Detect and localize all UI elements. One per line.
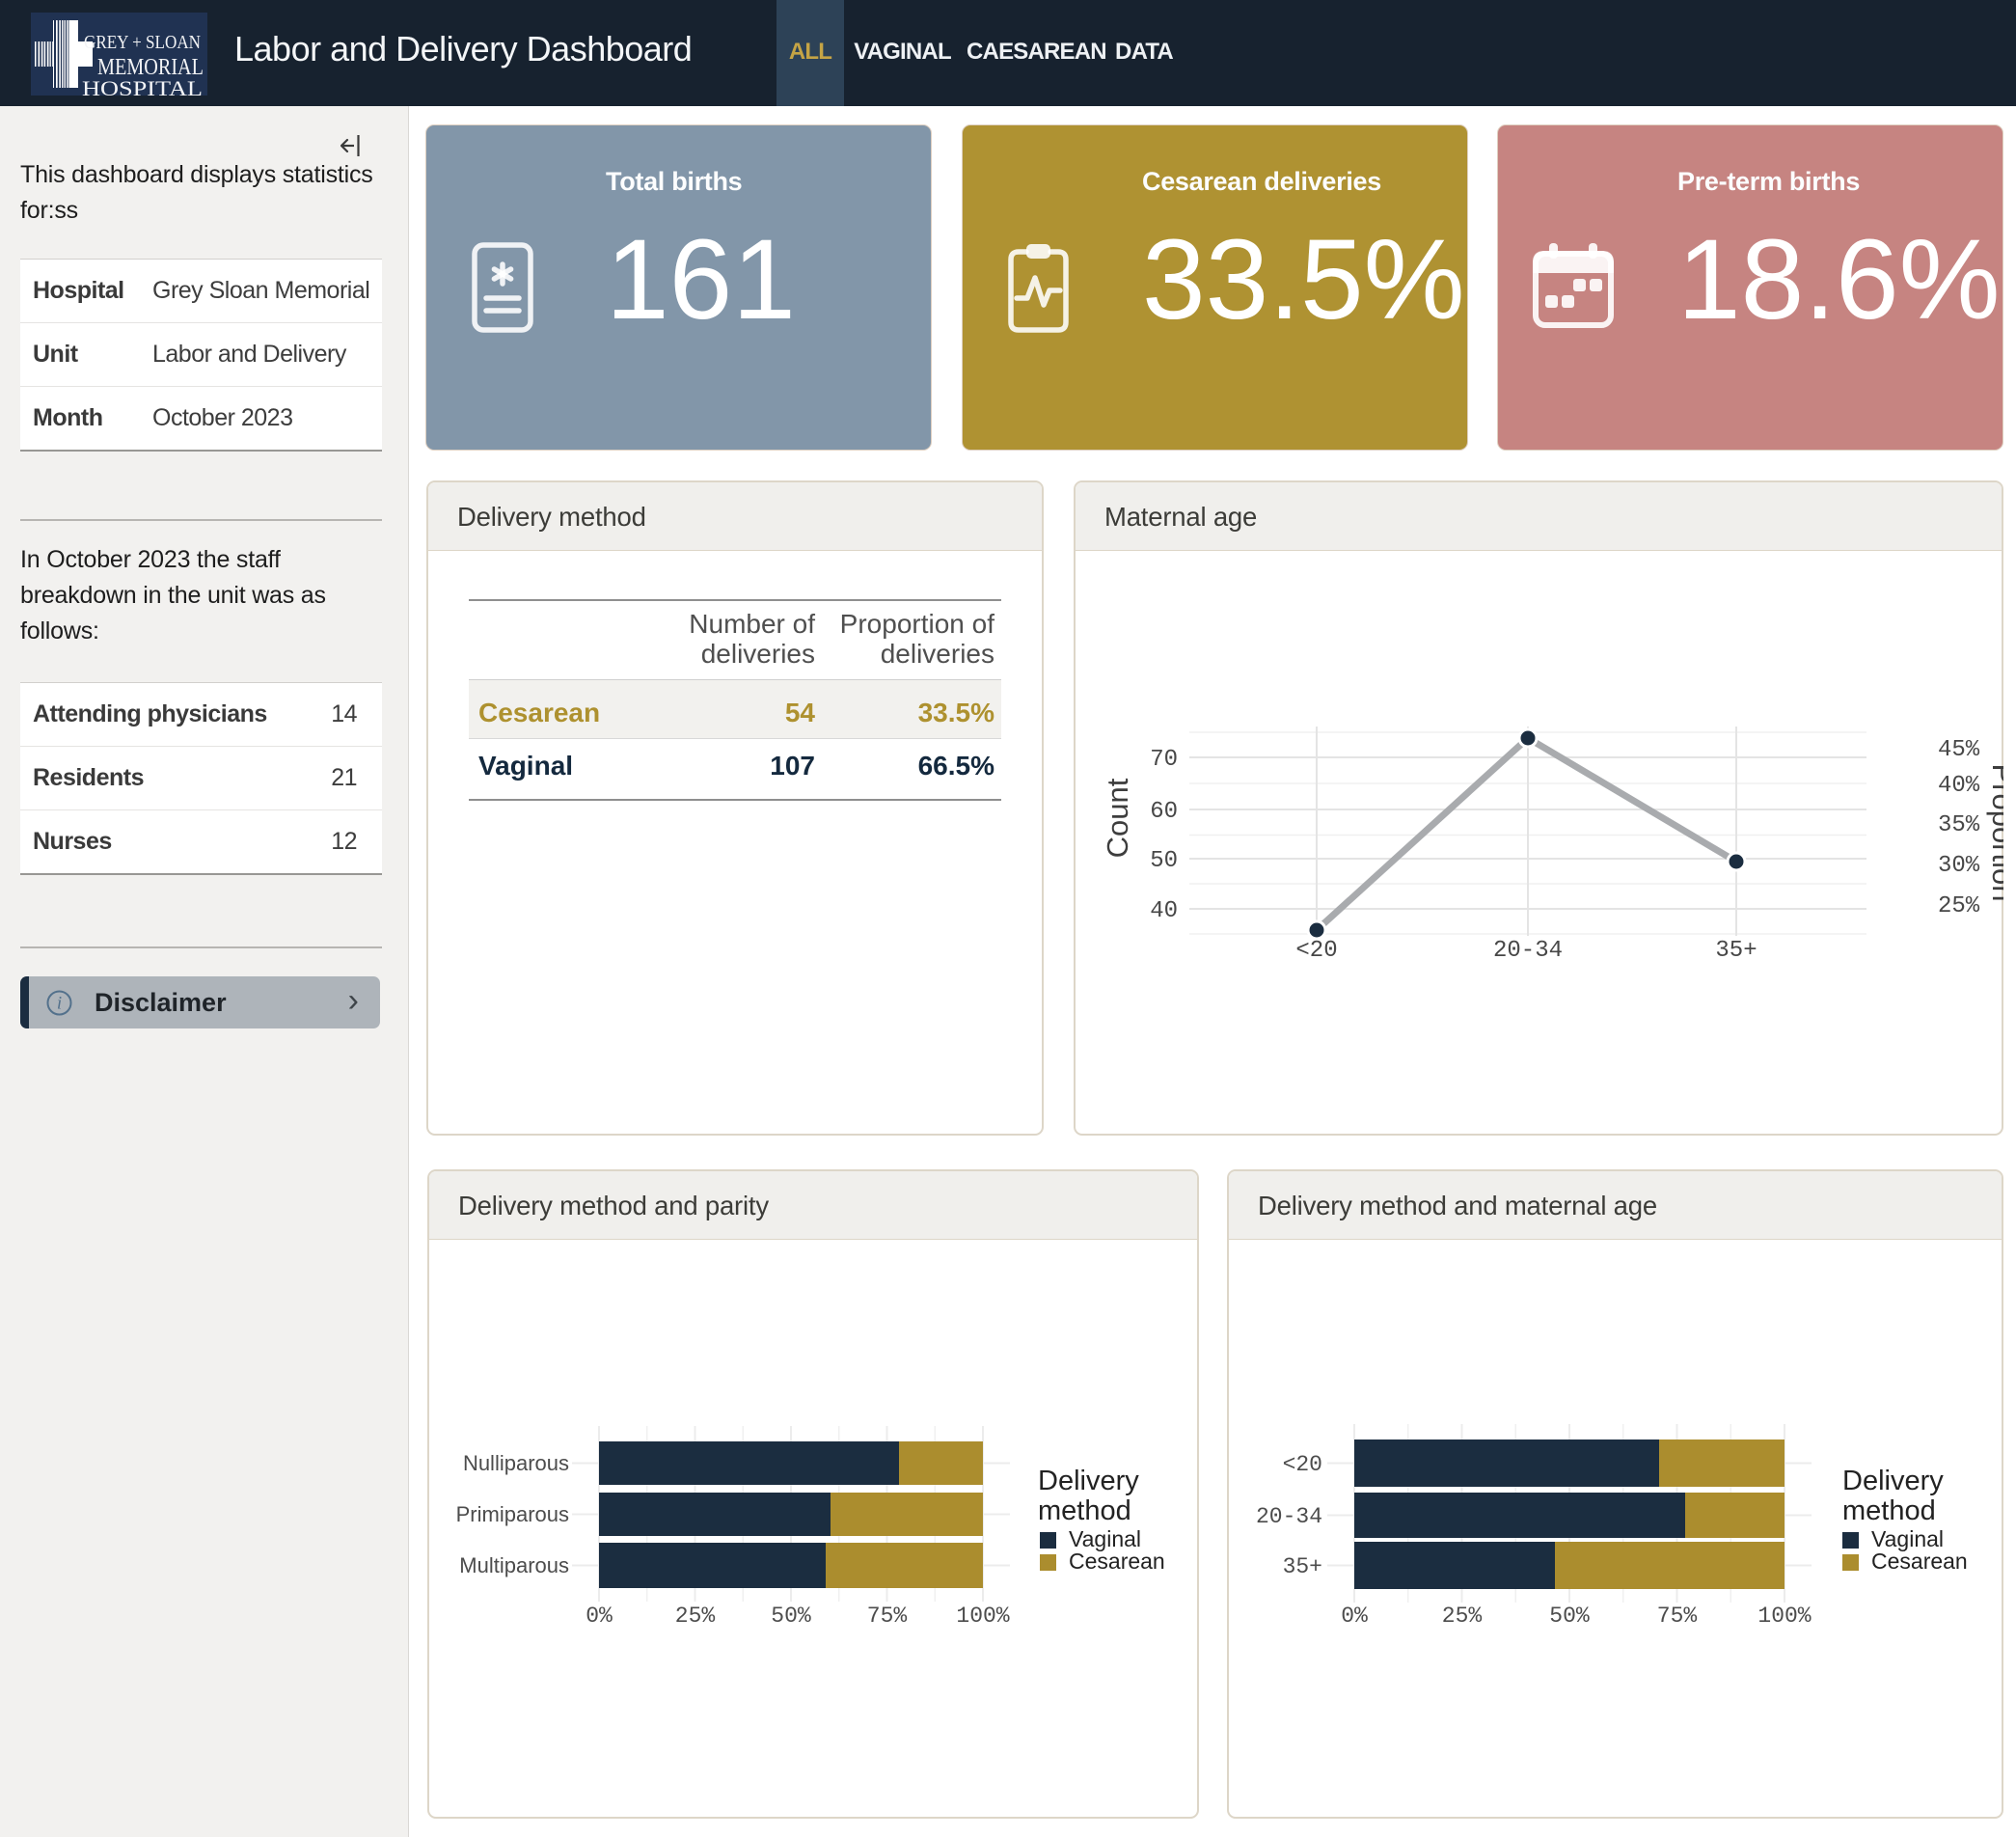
svg-text:HOSPITAL: HOSPITAL	[82, 76, 203, 96]
svg-text:20-34: 20-34	[1493, 938, 1563, 964]
svg-text:50%: 50%	[771, 1604, 811, 1629]
svg-text:Count: Count	[1101, 778, 1134, 858]
svg-text:30%: 30%	[1938, 853, 1980, 879]
svg-text:25%: 25%	[1938, 893, 1980, 919]
svg-text:method: method	[1842, 1495, 1936, 1526]
svg-text:Nulliparous: Nulliparous	[463, 1451, 569, 1475]
svg-text:25%: 25%	[675, 1604, 716, 1629]
svg-text:0%: 0%	[1341, 1604, 1368, 1629]
svg-text:Proportion: Proportion	[1986, 763, 2003, 901]
svg-text:Primiparous: Primiparous	[456, 1502, 569, 1526]
svg-text:Cesarean: Cesarean	[1871, 1549, 1968, 1574]
svg-text:<20: <20	[1283, 1452, 1322, 1477]
svg-text:GREY + SLOAN: GREY + SLOAN	[84, 33, 201, 53]
svg-text:35+: 35+	[1715, 938, 1757, 964]
svg-text:method: method	[1038, 1495, 1131, 1526]
svg-text:25%: 25%	[1442, 1604, 1483, 1629]
svg-text:Delivery: Delivery	[1842, 1466, 1944, 1496]
svg-text:50: 50	[1150, 848, 1178, 874]
svg-text:70: 70	[1150, 747, 1178, 773]
svg-text:50%: 50%	[1549, 1604, 1590, 1629]
svg-text:<20: <20	[1295, 938, 1337, 964]
svg-text:Delivery: Delivery	[1038, 1466, 1139, 1496]
svg-text:100%: 100%	[1757, 1604, 1811, 1629]
svg-text:100%: 100%	[956, 1604, 1009, 1629]
svg-text:Cesarean: Cesarean	[1069, 1549, 1165, 1574]
svg-text:0%: 0%	[586, 1604, 613, 1629]
svg-text:i: i	[57, 994, 62, 1014]
svg-text:35%: 35%	[1938, 812, 1980, 838]
svg-text:75%: 75%	[867, 1604, 908, 1629]
svg-text:40%: 40%	[1938, 773, 1980, 799]
svg-text:60: 60	[1150, 799, 1178, 825]
svg-text:75%: 75%	[1657, 1604, 1698, 1629]
svg-text:20-34: 20-34	[1256, 1504, 1322, 1529]
svg-text:40: 40	[1150, 898, 1178, 924]
svg-text:45%: 45%	[1938, 737, 1980, 763]
svg-text:Multiparous: Multiparous	[459, 1553, 569, 1577]
svg-text:35+: 35+	[1283, 1554, 1322, 1579]
